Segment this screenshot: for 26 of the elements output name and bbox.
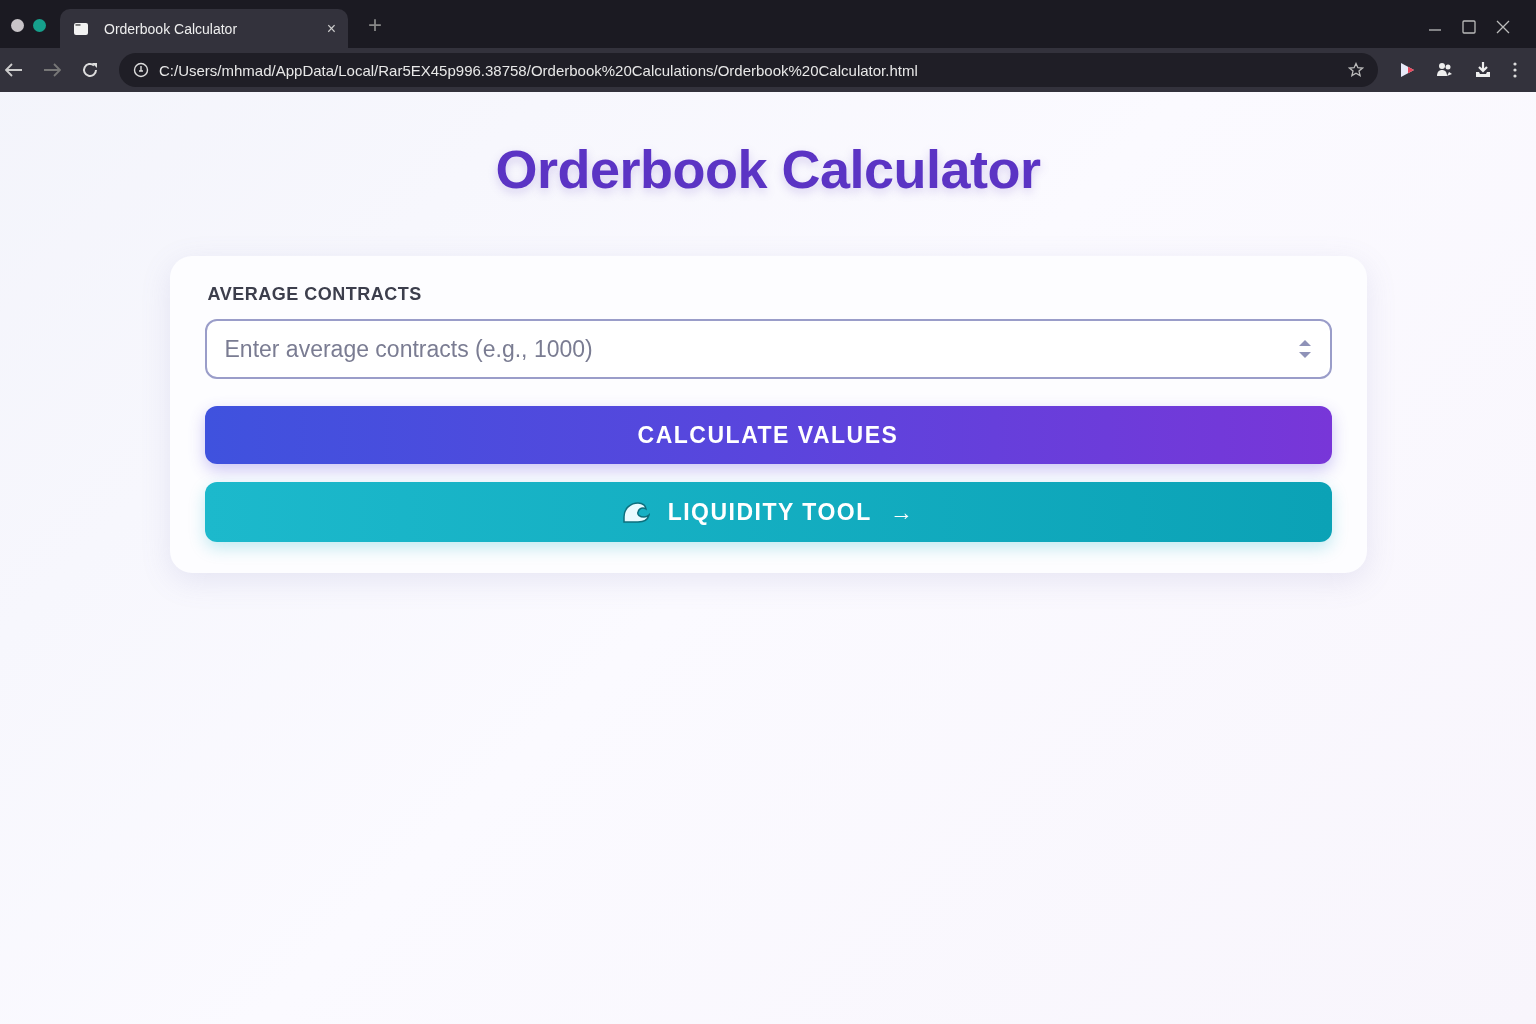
new-tab-button[interactable]: + [368, 11, 382, 39]
calculate-button[interactable]: CALCULATE VALUES [204, 406, 1332, 464]
page-icon [74, 22, 88, 35]
play-icon[interactable] [1398, 61, 1416, 79]
close-icon[interactable] [1496, 20, 1510, 34]
people-icon[interactable] [1436, 61, 1454, 79]
star-icon[interactable] [1348, 62, 1364, 78]
browser-tab[interactable]: Orderbook Calculator × [60, 9, 348, 48]
download-icon[interactable] [1474, 61, 1492, 79]
close-icon[interactable]: × [326, 19, 336, 38]
window-control-dot[interactable] [33, 19, 46, 32]
maximize-icon[interactable] [1462, 20, 1476, 34]
tab-title: Orderbook Calculator [104, 20, 239, 37]
info-icon [133, 62, 149, 78]
page-title: Orderbook Calculator [495, 138, 1041, 200]
field-label: AVERAGE CONTRACTS [207, 284, 423, 305]
number-input-field[interactable]: Enter average contracts (e.g., 1000) [204, 319, 1332, 379]
address-bar[interactable]: C:/Users/mhmad/AppData/Local/Rar5EX45p996.38758/Orderbook%20Calculations/Orderbook%20Calculator.html [119, 53, 1378, 87]
menu-icon[interactable] [1512, 62, 1518, 78]
wave-icon [621, 501, 650, 523]
spinner-icon[interactable] [1297, 339, 1312, 359]
url-text: C:/Users/mhmad/AppData/Local/Rar5EX45p996.38758/Orderbook%20Calculations/Orderbook%20Calculator.html [159, 61, 918, 79]
reload-icon[interactable] [81, 61, 99, 79]
window-control-dot[interactable] [11, 19, 24, 32]
forward-arrow-icon[interactable] [43, 63, 61, 77]
back-arrow-icon[interactable] [5, 63, 23, 77]
